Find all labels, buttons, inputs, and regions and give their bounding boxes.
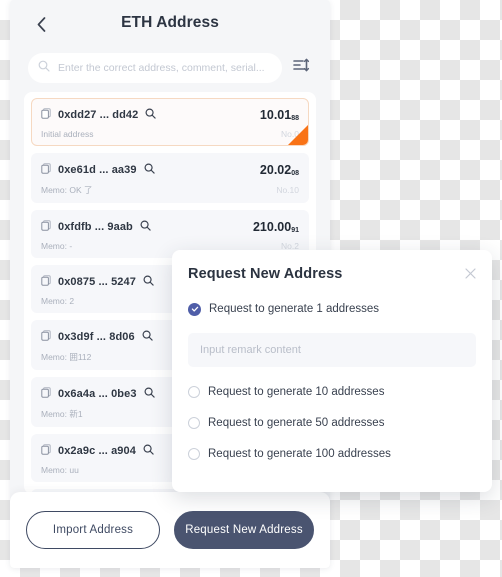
dialog-header: Request New Address xyxy=(172,250,492,294)
address-text: 0xfdfb ... 9aab xyxy=(58,221,133,233)
copy-icon[interactable] xyxy=(41,218,51,236)
address-card[interactable]: 0xe61d ... aa39 20.0208 Memo: OK 了 No.10 xyxy=(31,153,309,203)
radio-selected-icon[interactable] xyxy=(188,302,201,316)
address-text: 0x2a9c ... a904 xyxy=(58,445,136,457)
copy-icon[interactable] xyxy=(41,161,51,179)
card-top-row: 0xdd27 ... dd42 10.0188 xyxy=(41,106,299,124)
magnifier-icon[interactable] xyxy=(144,161,155,179)
address-text: 0xdd27 ... dd42 xyxy=(58,109,139,121)
memo-text: Memo: 新1 xyxy=(41,409,83,419)
amount-value: 20.0208 xyxy=(259,163,299,177)
card-bottom-row: Initial address No.0 xyxy=(41,129,299,139)
address-card[interactable]: 0xdd27 ... dd42 10.0188 Initial address … xyxy=(31,98,309,146)
address-text: 0x3d9f ... 8d06 xyxy=(58,331,135,343)
magnifier-icon[interactable] xyxy=(144,385,155,403)
close-icon xyxy=(464,266,476,284)
magnifier-icon[interactable] xyxy=(143,442,154,460)
search-row xyxy=(10,48,330,88)
import-address-button[interactable]: Import Address xyxy=(26,511,160,549)
copy-icon[interactable] xyxy=(41,106,51,124)
copy-icon[interactable] xyxy=(41,385,51,403)
option-generate-10[interactable]: Request to generate 10 addresses xyxy=(188,381,476,403)
sort-icon xyxy=(292,58,310,78)
magnifier-icon[interactable] xyxy=(145,106,157,124)
top-bar: ETH Address xyxy=(10,0,330,48)
option-label: Request to generate 50 addresses xyxy=(208,417,385,429)
request-new-address-dialog: Request New Address Request to generate … xyxy=(172,250,492,492)
memo-text: Memo: 2 xyxy=(41,296,75,306)
memo-text: Initial address xyxy=(41,129,94,139)
option-label: Request to generate 1 addresses xyxy=(209,303,380,315)
request-new-address-button[interactable]: Request New Address xyxy=(174,511,314,549)
option-generate-50[interactable]: Request to generate 50 addresses xyxy=(188,412,476,434)
option-label: Request to generate 100 addresses xyxy=(208,448,391,460)
amount-value: 210.0091 xyxy=(252,220,299,234)
corner-flag-icon xyxy=(288,125,308,145)
search-icon xyxy=(38,59,50,77)
card-top-row: 0xe61d ... aa39 20.0208 xyxy=(41,161,299,179)
search-box[interactable] xyxy=(28,53,282,83)
sort-button[interactable] xyxy=(290,57,312,79)
close-button[interactable] xyxy=(462,267,478,283)
copy-icon[interactable] xyxy=(41,328,51,346)
dialog-title: Request New Address xyxy=(188,266,343,282)
address-text: 0x0875 ... 5247 xyxy=(58,276,136,288)
footer-actions: Import Address Request New Address xyxy=(10,492,330,568)
amount-value: 10.0188 xyxy=(259,108,299,122)
copy-icon[interactable] xyxy=(41,442,51,460)
memo-text: Memo: 囲112 xyxy=(41,352,92,362)
radio-unselected-icon[interactable] xyxy=(188,386,200,398)
page-title: ETH Address xyxy=(121,14,219,31)
option-generate-1[interactable]: Request to generate 1 addresses xyxy=(188,298,476,320)
memo-text: Memo: OK 了 xyxy=(41,185,93,195)
option-label: Request to generate 10 addresses xyxy=(208,386,385,398)
screen: ETH Address Enter the correct address, c… xyxy=(0,0,502,577)
radio-unselected-icon[interactable] xyxy=(188,448,200,460)
card-top-row: 0xfdfb ... 9aab 210.0091 xyxy=(41,218,299,236)
memo-text: Memo: uu xyxy=(41,465,79,475)
copy-icon[interactable] xyxy=(41,273,51,291)
magnifier-icon[interactable] xyxy=(140,218,151,236)
dialog-body: Request to generate 1 addresses Request … xyxy=(172,294,492,492)
serial-badge: No.10 xyxy=(276,185,299,195)
card-bottom-row: Memo: OK 了 No.10 xyxy=(41,184,299,196)
magnifier-icon[interactable] xyxy=(142,328,153,346)
address-text: 0xe61d ... aa39 xyxy=(58,164,137,176)
option-generate-100[interactable]: Request to generate 100 addresses xyxy=(188,443,476,465)
radio-unselected-icon[interactable] xyxy=(188,417,200,429)
memo-text: Memo: - xyxy=(41,241,73,251)
remark-input[interactable] xyxy=(188,333,476,367)
magnifier-icon[interactable] xyxy=(143,273,154,291)
address-text: 0x6a4a ... 0be3 xyxy=(58,388,137,400)
search-input[interactable] xyxy=(56,61,272,75)
